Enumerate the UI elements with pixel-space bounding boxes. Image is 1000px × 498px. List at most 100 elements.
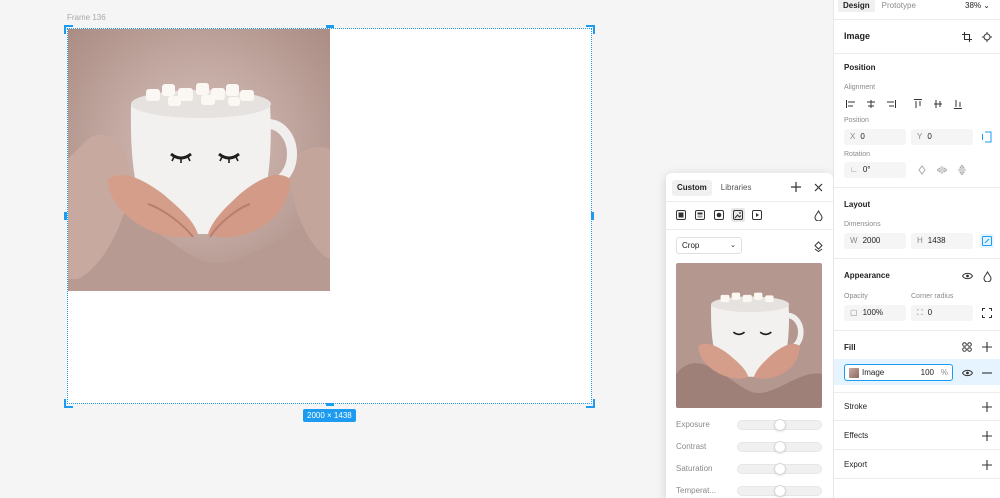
contrast-label: Contrast <box>676 442 707 451</box>
resize-handle-bottom-left[interactable] <box>64 399 73 408</box>
position-label: Position <box>844 117 869 124</box>
rotate-90-icon[interactable] <box>915 163 929 177</box>
chevron-down-icon: ⌄ <box>983 1 990 10</box>
saturation-knob[interactable] <box>774 463 786 475</box>
align-center-h-icon[interactable] <box>864 97 878 111</box>
fill-image-row[interactable]: Image 100 % <box>844 364 953 381</box>
mug-photo <box>68 29 330 291</box>
resize-handle-right[interactable] <box>591 212 594 220</box>
align-left-icon[interactable] <box>844 97 858 111</box>
fill-visibility-eye-icon[interactable] <box>960 366 974 380</box>
resize-handle-left[interactable] <box>64 212 67 220</box>
w-prefix: W <box>850 236 858 245</box>
tab-prototype[interactable]: Prototype <box>877 0 921 12</box>
blend-mode-icon[interactable] <box>811 208 825 222</box>
close-icon[interactable] <box>811 180 825 194</box>
appearance-title: Appearance <box>844 271 890 280</box>
exposure-label: Exposure <box>676 420 710 429</box>
blend-mode-drop-icon[interactable] <box>980 269 994 283</box>
crop-icon[interactable] <box>960 30 974 44</box>
width-value: 2000 <box>862 236 881 245</box>
tab-custom[interactable]: Custom <box>672 180 712 196</box>
export-title[interactable]: Export <box>844 460 867 469</box>
y-value: 0 <box>927 132 932 141</box>
tab-design[interactable]: Design <box>838 0 875 12</box>
image-preview[interactable] <box>676 263 822 408</box>
contrast-slider[interactable] <box>737 441 822 453</box>
corner-radius-label: Corner radius <box>911 293 954 300</box>
height-value: 1438 <box>927 236 946 245</box>
x-position-field[interactable]: X0 <box>844 129 906 145</box>
corner-radius-field[interactable]: ⛶ 0 <box>911 305 973 321</box>
align-middle-icon[interactable] <box>931 97 945 111</box>
align-bottom-icon[interactable] <box>951 97 965 111</box>
exposure-knob[interactable] <box>774 419 786 431</box>
zoom-control[interactable]: 38% ⌄ <box>965 1 990 10</box>
y-position-field[interactable]: Y0 <box>911 129 973 145</box>
tab-libraries[interactable]: Libraries <box>716 180 757 196</box>
image-fill-icon[interactable] <box>731 208 745 222</box>
opacity-field[interactable]: ▢ 100% <box>844 305 906 321</box>
layout-title: Layout <box>844 200 871 209</box>
resize-handle-top-right[interactable] <box>586 25 595 34</box>
frame-photo[interactable] <box>68 29 330 291</box>
exposure-slider[interactable] <box>737 419 822 431</box>
video-fill-icon[interactable] <box>750 208 764 222</box>
rotation-value: 0° <box>862 165 871 174</box>
fill-thumbnail[interactable] <box>849 368 859 378</box>
mug-preview-photo <box>676 263 822 408</box>
component-icon[interactable] <box>980 30 994 44</box>
resize-handle-bottom-right[interactable] <box>586 399 595 408</box>
frame-label[interactable]: Frame 136 <box>67 13 106 22</box>
temperature-label: Temperat... <box>676 486 717 495</box>
fill-opacity[interactable]: 100 <box>921 365 934 380</box>
align-right-icon[interactable] <box>884 97 898 111</box>
constraints-icon[interactable] <box>980 130 994 144</box>
image-mode-value: Crop <box>682 241 700 250</box>
add-style-icon[interactable] <box>789 180 803 194</box>
selected-frame[interactable] <box>67 28 592 404</box>
add-stroke-icon[interactable] <box>980 400 994 414</box>
zoom-value: 38% <box>965 1 982 10</box>
resize-handle-bottom[interactable] <box>326 403 334 406</box>
properties-panel: Design Prototype 38% ⌄ Image Position Al… <box>833 0 1000 498</box>
height-field[interactable]: H 1438 <box>911 233 973 249</box>
temperature-row: Temperat... <box>676 484 822 498</box>
linear-gradient-icon[interactable] <box>693 208 707 222</box>
solid-fill-icon[interactable] <box>674 208 688 222</box>
constrain-proportions-icon[interactable] <box>980 234 994 248</box>
flip-vertical-icon[interactable] <box>955 163 969 177</box>
contrast-knob[interactable] <box>774 441 786 453</box>
flip-horizontal-icon[interactable] <box>935 163 949 177</box>
resize-handle-top[interactable] <box>326 25 334 28</box>
styles-grid-icon[interactable] <box>960 340 974 354</box>
corner-radius-value: 0 <box>927 308 933 317</box>
align-top-icon[interactable] <box>911 97 925 111</box>
add-effect-icon[interactable] <box>980 429 994 443</box>
h-prefix: H <box>917 236 923 245</box>
add-fill-icon[interactable] <box>980 340 994 354</box>
effects-title[interactable]: Effects <box>844 431 868 440</box>
saturation-slider[interactable] <box>737 463 822 475</box>
saturation-row: Saturation <box>676 462 822 476</box>
dimensions-badge: 2000 × 1438 <box>303 409 356 422</box>
layer-type-title[interactable]: Image <box>844 31 870 41</box>
radial-gradient-icon[interactable] <box>712 208 726 222</box>
fill-title: Fill <box>844 343 856 352</box>
eye-icon[interactable] <box>960 269 974 283</box>
image-mode-select[interactable]: Crop ⌄ <box>676 237 742 254</box>
resize-handle-top-left[interactable] <box>64 25 73 34</box>
vertical-alignment-group <box>911 96 965 112</box>
add-export-icon[interactable] <box>980 458 994 472</box>
picker-tabs: Custom Libraries <box>672 180 756 196</box>
alignment-label: Alignment <box>844 84 876 91</box>
temperature-slider[interactable] <box>737 485 822 497</box>
rotate-image-icon[interactable] <box>811 239 825 253</box>
width-field[interactable]: W 2000 <box>844 233 906 249</box>
remove-fill-icon[interactable] <box>980 366 994 380</box>
temperature-knob[interactable] <box>774 485 786 497</box>
rotation-field[interactable]: ∟ 0° <box>844 162 906 178</box>
position-title: Position <box>844 63 876 72</box>
independent-corners-icon[interactable] <box>980 306 994 320</box>
stroke-title[interactable]: Stroke <box>844 402 867 411</box>
